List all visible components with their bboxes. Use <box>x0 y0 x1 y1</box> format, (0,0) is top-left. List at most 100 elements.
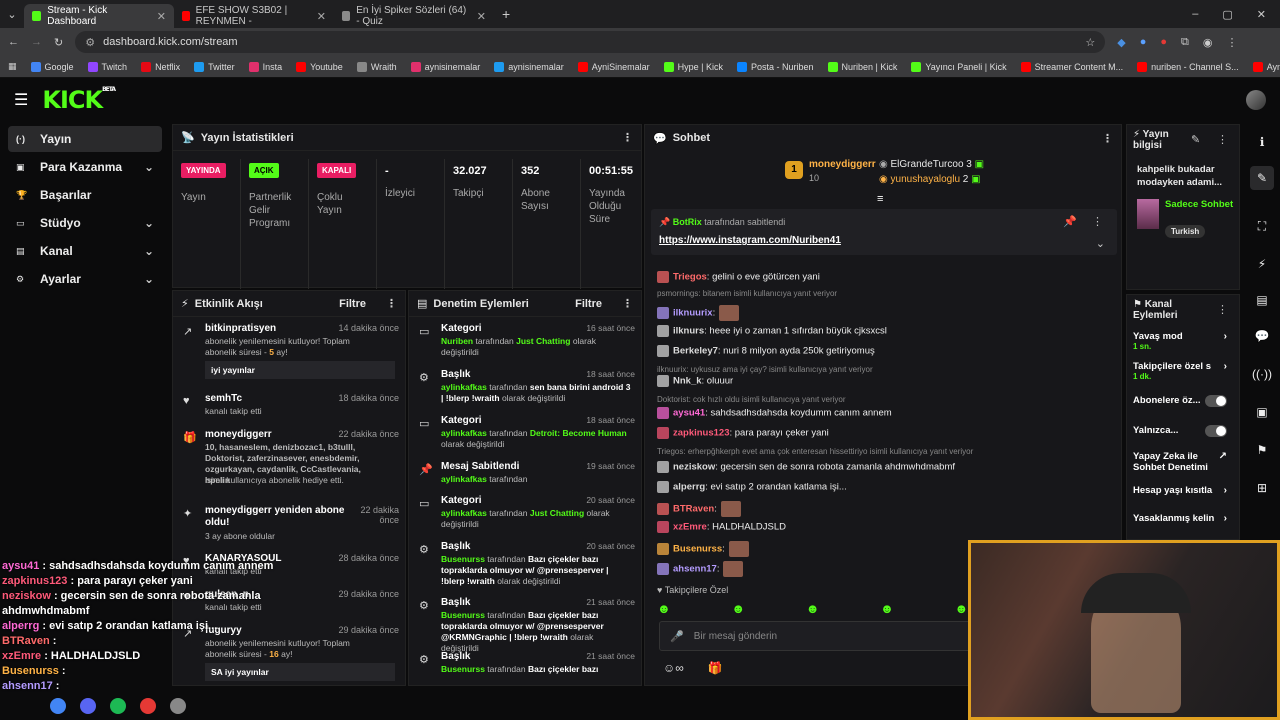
channel-action-item[interactable]: Abonelere öz... <box>1133 395 1233 421</box>
pinned-menu-icon[interactable]: ⋮ <box>1092 215 1103 228</box>
activity-filter-button[interactable]: Filtre <box>339 298 366 310</box>
moderation-filter-button[interactable]: Filtre <box>575 298 602 310</box>
layout-icon[interactable]: ⊞ <box>1250 476 1274 500</box>
unpin-icon[interactable]: 📌 <box>1063 215 1077 228</box>
channel-action-item[interactable]: Yasaklanmış kelin › <box>1133 513 1233 539</box>
site-info-icon[interactable]: ⚙ <box>85 36 95 49</box>
chat-username[interactable]: Nnk_k <box>673 376 702 387</box>
bookmark-item[interactable]: Insta <box>248 61 282 72</box>
bookmark-item[interactable]: Streamer Content M... <box>1020 61 1123 72</box>
event-user[interactable]: moneydiggerr yeniden abone oldu! <box>205 505 355 529</box>
pinned-link[interactable]: https://www.instagram.com/Nuriben41 <box>659 235 841 246</box>
chevron-right-icon[interactable]: › <box>1224 513 1227 524</box>
bookmark-item[interactable]: Twitter <box>194 61 235 72</box>
bookmark-item[interactable]: Netflix <box>141 61 180 72</box>
chat-username[interactable]: Busenurss <box>673 544 722 555</box>
sidebar-item-5[interactable]: ⚙ Ayarlar ⌄ <box>8 266 162 292</box>
extension-icon[interactable]: ● <box>1140 36 1147 49</box>
external-link-icon[interactable]: ↗ <box>1219 451 1227 462</box>
bookmark-star-icon[interactable]: ☆ <box>1085 36 1095 49</box>
hamburger-menu-icon[interactable]: ☰ <box>14 90 28 110</box>
profile-icon[interactable]: ◉ <box>1203 36 1213 49</box>
chat-username[interactable]: BTRaven <box>673 504 714 515</box>
category-name[interactable]: Sadece Sohbet <box>1165 199 1235 211</box>
tab-quiz[interactable]: En İyi Spiker Sözleri (64) - Quiz ✕ <box>334 4 494 28</box>
broadcast-icon[interactable]: ((·)) <box>1250 362 1274 386</box>
moderation-icon[interactable]: ▤ <box>1250 288 1274 312</box>
tab-kick-dashboard[interactable]: Stream - Kick Dashboard ✕ <box>24 4 174 28</box>
app-taskbar-icon[interactable] <box>140 698 156 714</box>
moderation-menu-icon[interactable]: ⋮ <box>622 297 633 310</box>
event-user[interactable]: semhTc <box>205 393 242 404</box>
sidebar-item-2[interactable]: 🏆 Başarılar <box>8 182 162 208</box>
emoji-icon[interactable]: ☺∞ <box>663 661 684 675</box>
channel-actions-menu-icon[interactable]: ⋮ <box>1217 303 1228 316</box>
kick-logo[interactable]: KICKBETA <box>42 86 116 114</box>
toggle-switch[interactable] <box>1205 425 1227 437</box>
channel-action-item[interactable]: Hesap yaşı kısıtla › <box>1133 485 1233 511</box>
reply-context[interactable]: ilknuurix: uykusuz ama iyi çay? isimli k… <box>657 365 873 374</box>
info-icon[interactable]: ℹ <box>1250 130 1274 154</box>
bookmark-item[interactable]: Twitch <box>87 61 127 72</box>
chevron-down-icon[interactable]: ⌄ <box>144 216 154 230</box>
bookmark-item[interactable]: Nuriben | Kick <box>827 61 897 72</box>
chevron-right-icon[interactable]: › <box>1224 331 1227 342</box>
bookmark-item[interactable]: Posta - Nuriben <box>736 61 814 72</box>
chevron-down-icon[interactable]: ⌄ <box>144 244 154 258</box>
apps-grid-icon[interactable]: ▦ <box>8 61 17 72</box>
bookmark-item[interactable]: Hype | Kick <box>663 61 723 72</box>
event-user[interactable]: bitkinpratisyen <box>205 323 276 334</box>
reply-context[interactable]: Triegos: erherpğhkerph evet ama çok ente… <box>657 447 973 456</box>
tab-search-icon[interactable]: ⌄ <box>0 8 24 21</box>
bookmark-item[interactable]: Yayıncı Paneli | Kick <box>911 61 1007 72</box>
bookmark-item[interactable]: Wraith <box>356 61 397 72</box>
sidebar-item-3[interactable]: ▭ Stüdyo ⌄ <box>8 210 162 236</box>
stream-info-icon[interactable]: ▣ <box>1250 400 1274 424</box>
chat-username[interactable]: aysu41 <box>673 408 705 419</box>
bookmark-item[interactable]: Youtube <box>296 61 343 72</box>
chat-username[interactable]: Berkeley7 <box>673 346 718 357</box>
top-gifter[interactable]: 1 moneydiggerr 10 <box>785 157 876 187</box>
channel-actions-icon[interactable]: ⚑ <box>1250 438 1274 462</box>
chat-menu-icon[interactable]: ⋮ <box>1102 132 1113 145</box>
close-tab-icon[interactable]: ✕ <box>477 10 486 23</box>
forward-icon[interactable]: → <box>31 36 42 48</box>
channel-action-item[interactable]: Yavaş mod 1 sn. › <box>1133 331 1233 357</box>
activity-menu-icon[interactable]: ⋮ <box>386 297 397 310</box>
toggle-switch[interactable] <box>1205 395 1227 407</box>
url-bar[interactable]: ⚙ dashboard.kick.com/stream ☆ <box>75 31 1106 53</box>
lightning-icon[interactable]: ⚡ <box>1250 252 1274 276</box>
chat-username[interactable]: xzEmre <box>673 522 707 533</box>
chevron-down-icon[interactable]: ⌄ <box>1096 237 1105 250</box>
gifter-row[interactable]: ◉ yunushayaloglu 2 ▣ <box>879 172 984 187</box>
bookmark-item[interactable]: Google <box>30 61 74 72</box>
event-user[interactable]: moneydiggerr <box>205 429 272 440</box>
edit-pencil-icon[interactable]: ✎ <box>1191 133 1200 146</box>
chat-username[interactable]: ilknuurix <box>673 308 713 319</box>
edit-icon[interactable]: ✎ <box>1250 166 1274 190</box>
chat-icon[interactable]: 💬 <box>1250 324 1274 348</box>
chat-username[interactable]: alperrg <box>673 482 705 493</box>
expand-icon[interactable]: ⛶ <box>1250 214 1274 238</box>
bookmark-item[interactable]: AyniSinemalar <box>577 61 650 72</box>
bookmark-item[interactable]: Aynı Sinemalar - Ça... <box>1252 61 1280 72</box>
puzzle-extensions-icon[interactable]: ⧉ <box>1181 36 1189 49</box>
bookmark-item[interactable]: aynisinemalar <box>494 61 564 72</box>
minimize-icon[interactable]: – <box>1192 8 1198 21</box>
chat-username[interactable]: ahsenn17 <box>673 564 717 575</box>
spotify-taskbar-icon[interactable] <box>110 698 126 714</box>
gifter-row[interactable]: ◉ ElGrandeTurcoo 3 ▣ <box>879 157 984 172</box>
stream-info-menu-icon[interactable]: ⋮ <box>1217 133 1228 146</box>
emote-icon[interactable]: ☻ <box>955 601 969 616</box>
bookmark-item[interactable]: aynisinemalar <box>410 61 480 72</box>
extension-icon[interactable]: ● <box>1160 36 1167 49</box>
channel-action-item[interactable]: Yapay Zeka ile Sohbet Denetimi ↗ <box>1133 451 1233 477</box>
emote-icon[interactable]: ☻ <box>806 601 820 616</box>
emote-icon[interactable]: ☻ <box>731 601 745 616</box>
bookmark-item[interactable]: nuriben - Channel S... <box>1137 61 1239 72</box>
close-tab-icon[interactable]: ✕ <box>317 10 326 23</box>
microphone-icon[interactable]: 🎤 <box>670 630 684 643</box>
chevron-right-icon[interactable]: › <box>1224 485 1227 496</box>
sidebar-item-4[interactable]: ▤ Kanal ⌄ <box>8 238 162 264</box>
reply-context[interactable]: Doktorist: cok hızlı oldu isimli kullanı… <box>657 395 846 404</box>
